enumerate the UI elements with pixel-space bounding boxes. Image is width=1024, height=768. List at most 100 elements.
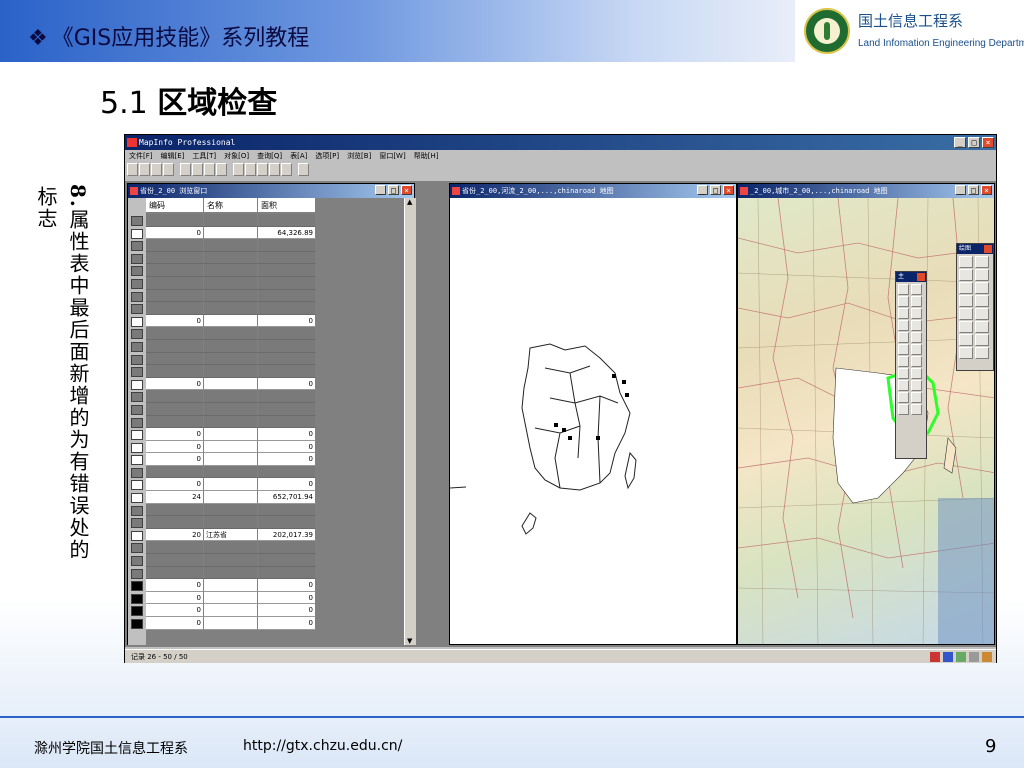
cell-area[interactable]: 0: [258, 604, 316, 617]
cell-area[interactable]: [258, 541, 316, 555]
cell-name[interactable]: [204, 491, 258, 504]
cell-name[interactable]: 江苏省: [204, 528, 258, 542]
cell-name[interactable]: [204, 579, 258, 592]
cell-area[interactable]: [258, 465, 316, 479]
maximize-button[interactable]: □: [968, 137, 980, 148]
cell-name[interactable]: [204, 440, 258, 454]
cell-area[interactable]: [258, 327, 316, 340]
table-row[interactable]: [128, 541, 316, 555]
reshape-tool-icon[interactable]: [959, 321, 973, 333]
graph-select-icon[interactable]: [911, 320, 922, 331]
minimize-button[interactable]: _: [954, 137, 966, 148]
cell-area[interactable]: 0: [258, 314, 316, 328]
help-pointer-icon[interactable]: [298, 163, 309, 176]
table-row[interactable]: [128, 264, 316, 277]
table-row[interactable]: 00: [128, 591, 316, 605]
print-icon[interactable]: [163, 163, 174, 176]
cell-area[interactable]: [258, 503, 316, 517]
cut-icon[interactable]: [180, 163, 191, 176]
select-tool-icon[interactable]: [898, 284, 909, 295]
cell-name[interactable]: [204, 591, 258, 605]
table-row[interactable]: 00: [128, 377, 316, 391]
ime-punctuation-icon[interactable]: [956, 652, 966, 662]
cell-name[interactable]: [204, 239, 258, 252]
row-select-checkbox[interactable]: [128, 528, 146, 542]
cell-area[interactable]: [258, 402, 316, 416]
polygon-select-icon[interactable]: [911, 296, 922, 307]
row-select-checkbox[interactable]: [128, 302, 146, 315]
table-row[interactable]: 0 64,326.89: [128, 226, 316, 240]
text-tool-icon[interactable]: [959, 308, 973, 320]
row-select-checkbox[interactable]: [128, 516, 146, 529]
cell-area[interactable]: [258, 352, 316, 366]
ime-tools-icon[interactable]: [982, 652, 992, 662]
draw-palette-close-icon[interactable]: [984, 245, 992, 253]
cell-name[interactable]: [204, 264, 258, 277]
row-select-checkbox[interactable]: [128, 239, 146, 252]
row-select-checkbox[interactable]: [128, 617, 146, 630]
menu-browse[interactable]: 浏览[B]: [347, 150, 371, 162]
cell-name[interactable]: [204, 428, 258, 441]
column-header-code[interactable]: 编码: [146, 198, 204, 213]
map2-minimize-button[interactable]: _: [955, 185, 966, 195]
cell-name[interactable]: [204, 214, 258, 227]
rectangle-tool-icon[interactable]: [959, 295, 973, 307]
cell-code[interactable]: [146, 264, 204, 277]
row-select-checkbox[interactable]: [128, 453, 146, 466]
browser-titlebar[interactable]: 省份_2_00 浏览窗口 _ □ ×: [128, 184, 414, 198]
copy-icon[interactable]: [192, 163, 203, 176]
boundary-select-icon[interactable]: [898, 308, 909, 319]
cell-code[interactable]: [146, 289, 204, 303]
cell-code[interactable]: [146, 339, 204, 353]
cell-code[interactable]: 24: [146, 491, 204, 504]
add-node-icon[interactable]: [975, 321, 989, 333]
table-row[interactable]: [128, 365, 316, 378]
row-select-checkbox[interactable]: [128, 365, 146, 378]
statistics-sigma-icon[interactable]: [911, 392, 922, 403]
table-row[interactable]: [128, 289, 316, 303]
column-header-name[interactable]: 名称: [204, 198, 258, 213]
cell-area[interactable]: [258, 264, 316, 277]
table-row[interactable]: [128, 554, 316, 567]
ellipse-tool-icon[interactable]: [975, 282, 989, 294]
zoom-in-icon[interactable]: [898, 332, 909, 343]
table-row[interactable]: [128, 214, 316, 227]
menu-options[interactable]: 选项[P]: [315, 150, 339, 162]
table-row[interactable]: 20 江苏省 202,017.39: [128, 528, 316, 542]
cell-name[interactable]: [204, 402, 258, 416]
cell-area[interactable]: [258, 339, 316, 353]
cell-name[interactable]: [204, 465, 258, 479]
row-select-checkbox[interactable]: [128, 503, 146, 517]
row-select-checkbox[interactable]: [128, 541, 146, 555]
row-select-checkbox[interactable]: [128, 377, 146, 391]
map1-close-button[interactable]: ×: [723, 185, 734, 195]
info-tool-icon[interactable]: [898, 356, 909, 367]
row-select-checkbox[interactable]: [128, 289, 146, 303]
cell-code[interactable]: 0: [146, 314, 204, 328]
row-select-checkbox[interactable]: [128, 579, 146, 592]
cell-name[interactable]: [204, 541, 258, 555]
hotlink-icon[interactable]: [911, 356, 922, 367]
row-select-checkbox[interactable]: [128, 314, 146, 328]
menu-query[interactable]: 查询[Q]: [257, 150, 282, 162]
row-select-checkbox[interactable]: [128, 428, 146, 441]
map1-minimize-button[interactable]: _: [697, 185, 708, 195]
cell-area[interactable]: [258, 516, 316, 529]
new-layout-icon[interactable]: [269, 163, 280, 176]
row-select-checkbox[interactable]: [128, 465, 146, 479]
cell-code[interactable]: [146, 516, 204, 529]
ime-keyboard-icon[interactable]: [969, 652, 979, 662]
cell-area[interactable]: [258, 289, 316, 303]
table-row[interactable]: [128, 276, 316, 290]
cell-name[interactable]: [204, 415, 258, 429]
cell-code[interactable]: [146, 276, 204, 290]
cell-name[interactable]: [204, 377, 258, 391]
row-select-checkbox[interactable]: [128, 214, 146, 227]
cell-name[interactable]: [204, 365, 258, 378]
cell-code[interactable]: [146, 541, 204, 555]
ime-english-icon[interactable]: [943, 652, 953, 662]
change-view-icon[interactable]: [898, 344, 909, 355]
ruler-icon[interactable]: [898, 380, 909, 391]
arc-tool-icon[interactable]: [975, 269, 989, 281]
cell-name[interactable]: [204, 554, 258, 567]
